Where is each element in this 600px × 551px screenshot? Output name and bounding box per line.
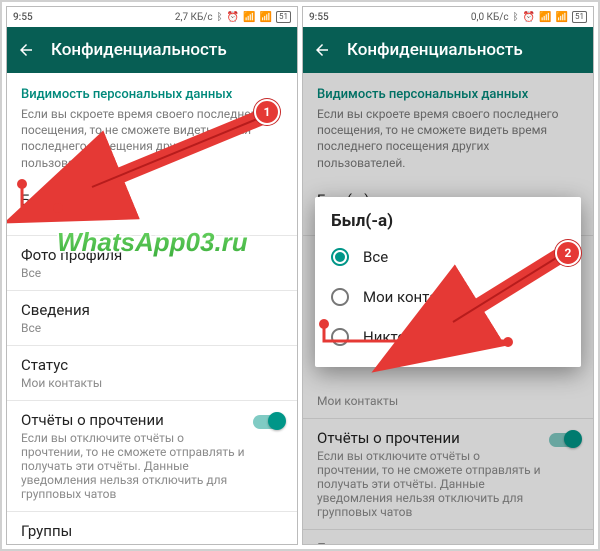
toggle-switch[interactable]: [253, 415, 283, 429]
back-icon[interactable]: [313, 41, 331, 59]
wifi-icon: 📶: [556, 12, 568, 23]
item-title: Статус: [21, 356, 283, 374]
page-title: Конфиденциальность: [51, 40, 227, 60]
annotation-badge-2: 2: [555, 240, 581, 266]
app-header: Конфиденциальность: [7, 27, 297, 73]
status-bar: 9:55 0,0 КБ/с ᛒ ⏰ 📶 📶 51: [303, 7, 593, 27]
annotation-dot: [503, 337, 513, 347]
section-description: Если вы скроете время своего последнего …: [303, 106, 593, 181]
item-title: Фото профиля: [21, 246, 283, 264]
radio-option-nobody[interactable]: Никто: [315, 317, 581, 357]
item-status[interactable]: Статус Мои контакты: [7, 346, 297, 400]
radio-icon: [331, 248, 349, 266]
item-title: Отчёты о прочтении: [21, 411, 245, 429]
app-header: Конфиденциальность: [303, 27, 593, 73]
signal-icon: 📶: [243, 12, 255, 23]
alarm-icon: ⏰: [523, 12, 535, 23]
dialog-title: Был(-а): [315, 211, 581, 237]
item-read-receipts[interactable]: Отчёты о прочтении Если вы отключите отч…: [7, 401, 297, 511]
item-read-receipts[interactable]: Отчёты о прочтении Если вы отключите отч…: [303, 419, 593, 529]
radio-label: Мои контакты: [363, 288, 464, 306]
status-bar: 9:55 2,7 КБ/с ᛒ ⏰ 📶 📶 51: [7, 7, 297, 27]
section-description: Если вы скроете время своего последнего …: [7, 106, 297, 181]
annotation-dot: [17, 179, 27, 189]
annotation-dot: [53, 203, 63, 213]
radio-label: Все: [363, 248, 388, 266]
status-time: 9:55: [13, 12, 33, 23]
status-net: 2,7 КБ/с: [175, 12, 213, 23]
item-description: Если вы отключите отчёты о прочтении, то…: [21, 429, 245, 501]
toggle-switch[interactable]: [549, 433, 579, 447]
item-groups[interactable]: Группы: [7, 512, 297, 544]
battery-indicator: 51: [572, 11, 587, 23]
radio-label: Никто: [363, 328, 406, 346]
item-title: Отчёты о прочтении: [317, 429, 541, 447]
status-time: 9:55: [309, 12, 329, 23]
status-net: 0,0 КБ/с: [471, 12, 509, 23]
wifi-icon: 📶: [260, 12, 272, 23]
signal-icon: 📶: [539, 12, 551, 23]
radio-option-contacts[interactable]: Мои контакты: [315, 277, 581, 317]
bluetooth-icon: ᛒ: [513, 12, 519, 23]
phone-right: 9:55 0,0 КБ/с ᛒ ⏰ 📶 📶 51 Конфиденциально…: [302, 6, 594, 545]
item-title: Группы: [21, 522, 283, 540]
item-value: Мои контакты: [317, 392, 579, 408]
item-description: Если вы отключите отчёты о прочтении, то…: [317, 447, 541, 519]
item-value: Все: [21, 319, 283, 335]
item-last-seen[interactable]: Был(-а) Все: [7, 181, 297, 235]
item-value: Все: [21, 264, 283, 280]
bluetooth-icon: ᛒ: [217, 12, 223, 23]
item-status[interactable]: Мои контакты: [303, 382, 593, 418]
content-area: Видимость персональных данных Если вы ск…: [7, 73, 297, 544]
section-header: Видимость персональных данных: [7, 73, 297, 106]
item-about[interactable]: Сведения Все: [7, 291, 297, 345]
battery-indicator: 51: [276, 11, 291, 23]
section-header: Видимость персональных данных: [303, 73, 593, 106]
back-icon[interactable]: [17, 41, 35, 59]
alarm-icon: ⏰: [227, 12, 239, 23]
annotation-dot: [319, 319, 329, 329]
item-groups[interactable]: Группы: [303, 530, 593, 544]
radio-icon: [331, 328, 349, 346]
radio-icon: [331, 288, 349, 306]
annotation-badge-1: 1: [254, 99, 280, 125]
item-title: Сведения: [21, 301, 283, 319]
phone-left: 9:55 2,7 КБ/с ᛒ ⏰ 📶 📶 51 Конфиденциально…: [6, 6, 298, 545]
page-title: Конфиденциальность: [347, 40, 523, 60]
radio-option-everyone[interactable]: Все: [315, 237, 581, 277]
item-title: Группы: [317, 540, 579, 544]
item-profile-photo[interactable]: Фото профиля Все: [7, 236, 297, 290]
item-value: Мои контакты: [21, 374, 283, 390]
last-seen-dialog: Был(-а) Все Мои контакты Никто: [315, 197, 581, 367]
